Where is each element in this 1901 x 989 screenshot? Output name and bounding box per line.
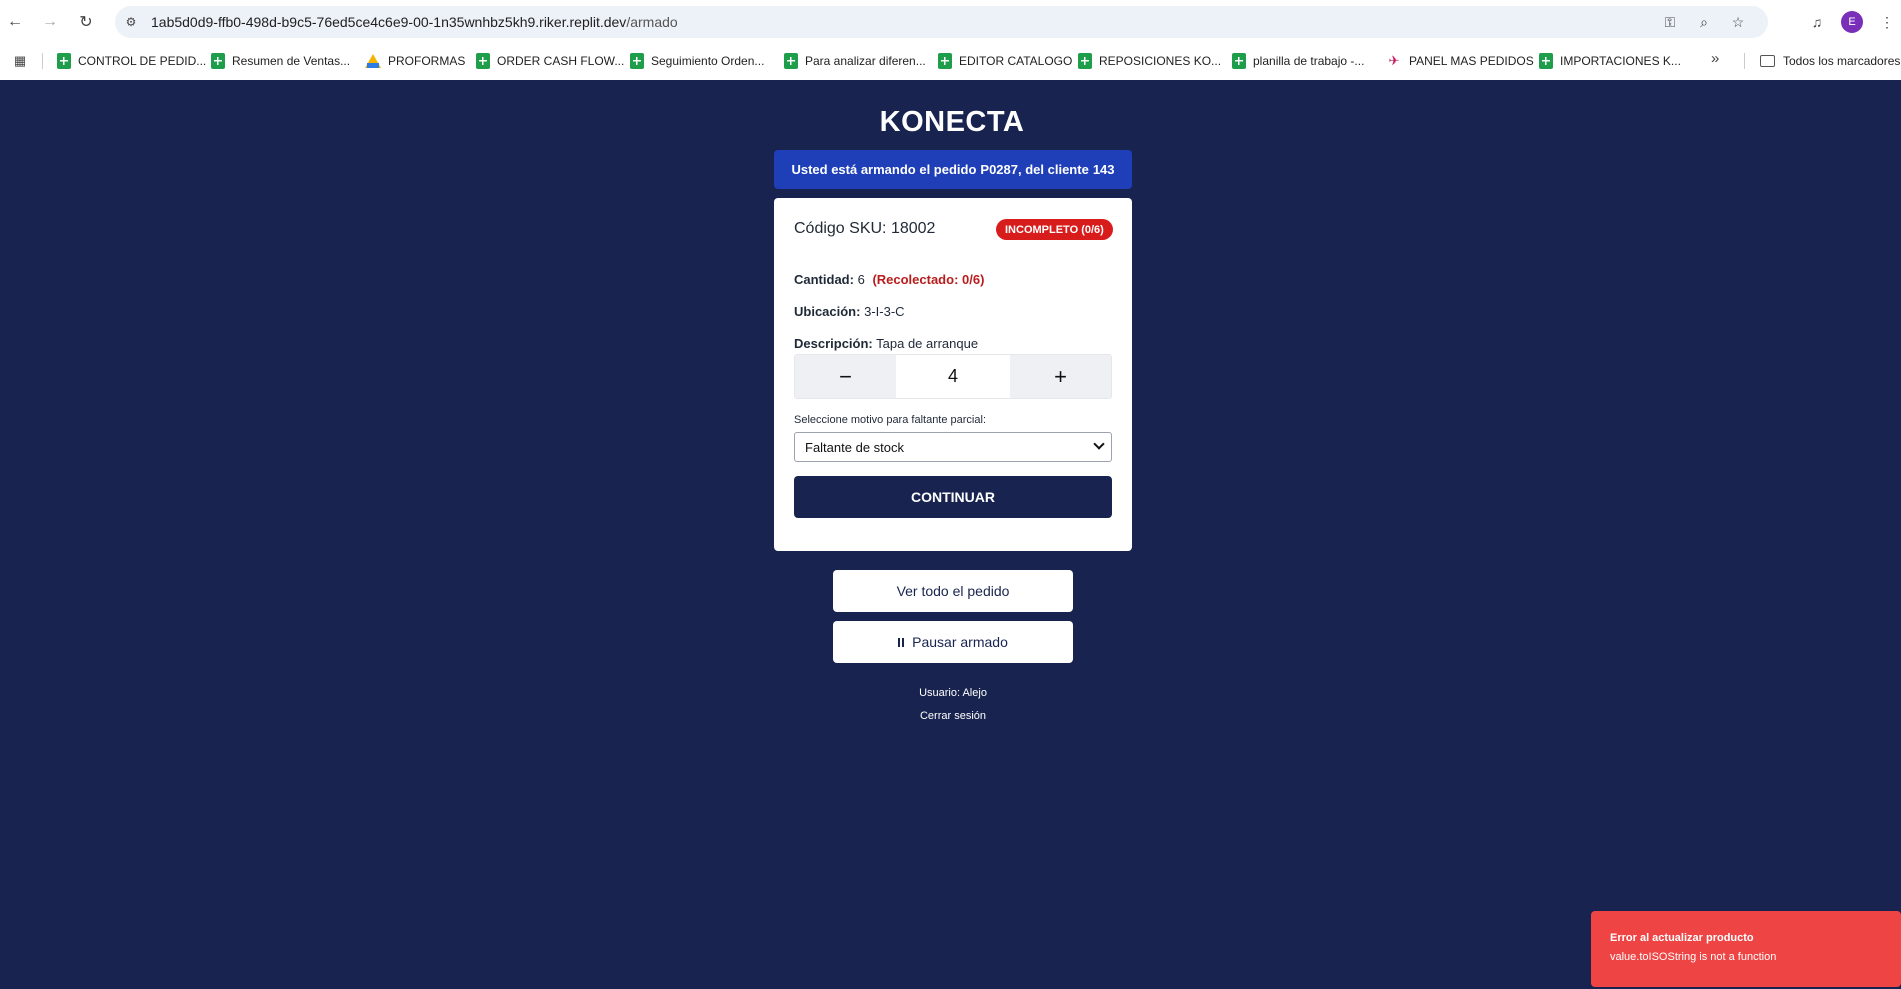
sheets-icon xyxy=(784,53,798,69)
back-icon[interactable]: ← xyxy=(3,10,27,34)
menu-kebab-icon[interactable]: ⋮ xyxy=(1875,10,1899,34)
banner-mid: , del cliente xyxy=(1018,162,1089,177)
reload-icon[interactable]: ↻ xyxy=(74,10,98,34)
view-order-button[interactable]: Ver todo el pedido xyxy=(833,570,1073,612)
status-badge: INCOMPLETO (0/6) xyxy=(996,219,1113,240)
bookmark-item[interactable]: ✈ PANEL MAS PEDIDOS xyxy=(1386,50,1534,72)
app-title: KONECTA xyxy=(879,106,1025,138)
description-row: Descripción: Tapa de arranque xyxy=(794,336,978,351)
all-bookmarks-folder[interactable]: Todos los marcadores xyxy=(1760,50,1900,72)
chevron-down-icon xyxy=(1093,438,1105,450)
zoom-icon[interactable]: ⌕ xyxy=(1694,12,1714,32)
bookmark-item[interactable]: CONTROL DE PEDID... xyxy=(57,50,206,72)
quantity-label: Cantidad: xyxy=(794,272,854,287)
continue-button[interactable]: CONTINUAR xyxy=(794,476,1112,518)
bookmark-item[interactable]: EDITOR CATALOGO xyxy=(938,50,1072,72)
quantity-input[interactable]: 4 xyxy=(896,355,1010,398)
sheets-icon xyxy=(211,53,225,69)
sheets-icon xyxy=(57,53,71,69)
logout-link[interactable]: Cerrar sesión xyxy=(774,710,1132,722)
location-value: 3-I-3-C xyxy=(864,304,905,319)
toast-message: value.toISOString is not a function xyxy=(1610,951,1777,963)
sheets-icon xyxy=(630,53,644,69)
sheets-icon xyxy=(1539,53,1553,69)
url-text[interactable]: 1ab5d0d9-ffb0-498d-b9c5-76ed5ce4c6e9-00-… xyxy=(151,14,678,30)
sheets-icon xyxy=(1078,53,1092,69)
sku-label: Código SKU: xyxy=(794,220,887,237)
quantity-stepper: − 4 + xyxy=(794,354,1112,399)
folder-icon xyxy=(1760,55,1775,67)
bookmark-item[interactable]: IMPORTACIONES K... xyxy=(1539,50,1681,72)
reason-select[interactable]: Faltante de stock xyxy=(794,432,1112,462)
bookmark-item[interactable]: Para analizar diferen... xyxy=(784,50,926,72)
user-info: Usuario: Alejo xyxy=(919,687,987,699)
view-order-label: Ver todo el pedido xyxy=(896,583,1010,599)
site-settings-icon[interactable]: ⚙ xyxy=(123,14,139,30)
sheets-icon xyxy=(476,53,490,69)
order-id: P0287 xyxy=(980,162,1018,177)
apps-grid-icon[interactable]: ▦ xyxy=(11,52,29,70)
profile-avatar[interactable]: E xyxy=(1841,11,1863,33)
reason-selected: Faltante de stock xyxy=(805,439,904,455)
bookmark-star-icon[interactable]: ☆ xyxy=(1728,12,1748,32)
description-label: Descripción: xyxy=(794,336,873,351)
pause-label: Pausar armado xyxy=(912,634,1008,650)
increment-button[interactable]: + xyxy=(1010,355,1111,398)
browser-chrome: ← → ↻ ⚙ 1ab5d0d9-ffb0-498d-b9c5-76ed5ce4… xyxy=(0,0,1901,80)
banner-prefix: Usted está armando el pedido xyxy=(791,162,977,177)
bookmark-item[interactable]: REPOSICIONES KO... xyxy=(1078,50,1221,72)
decrement-button[interactable]: − xyxy=(795,355,896,398)
sheets-icon xyxy=(1232,53,1246,69)
drive-icon xyxy=(365,54,381,68)
description-value: Tapa de arranque xyxy=(876,336,979,351)
pause-icon xyxy=(898,637,905,647)
bookmark-item[interactable]: Seguimiento Orden... xyxy=(630,50,764,72)
sku-row: Código SKU: 18002 xyxy=(794,220,935,238)
password-key-icon[interactable]: ⚿ xyxy=(1660,12,1680,32)
location-label: Ubicación: xyxy=(794,304,861,319)
plane-icon: ✈ xyxy=(1388,53,1400,68)
pause-button[interactable]: Pausar armado xyxy=(833,621,1073,663)
bookmark-item[interactable]: planilla de trabajo -... xyxy=(1232,50,1364,72)
bookmark-item[interactable]: PROFORMAS xyxy=(365,50,465,72)
product-card: Código SKU: 18002 INCOMPLETO (0/6) Canti… xyxy=(774,198,1132,551)
error-toast[interactable]: Error al actualizar producto value.toISO… xyxy=(1591,911,1901,987)
quantity-value: 6 xyxy=(857,272,865,287)
collected-value: (Recolectado: 0/6) xyxy=(872,272,985,287)
forward-icon[interactable]: → xyxy=(38,10,62,34)
media-control-icon[interactable]: ♫ xyxy=(1805,10,1829,34)
location-row: Ubicación: 3-I-3-C xyxy=(794,304,905,319)
bookmarks-divider xyxy=(42,53,43,69)
sku-value: 18002 xyxy=(890,220,936,237)
browser-toolbar: ← → ↻ ⚙ 1ab5d0d9-ffb0-498d-b9c5-76ed5ce4… xyxy=(0,0,1901,44)
quantity-row: Cantidad: 6 (Recolectado: 0/6) xyxy=(794,272,984,287)
bookmark-item[interactable]: ORDER CASH FLOW... xyxy=(476,50,624,72)
reason-label: Seleccione motivo para faltante parcial: xyxy=(794,414,986,426)
bookmarks-divider xyxy=(1744,53,1745,69)
client-id: 143 xyxy=(1092,162,1115,177)
address-bar[interactable]: ⚙ 1ab5d0d9-ffb0-498d-b9c5-76ed5ce4c6e9-0… xyxy=(115,6,1768,38)
bookmarks-bar: ▦ CONTROL DE PEDID... Resumen de Ventas.… xyxy=(0,46,1901,76)
toast-title: Error al actualizar producto xyxy=(1610,932,1754,944)
order-banner: Usted está armando el pedido P0287, del … xyxy=(774,150,1132,189)
bookmark-item[interactable]: Resumen de Ventas... xyxy=(211,50,350,72)
sheets-icon xyxy=(938,53,952,69)
more-bookmarks-icon[interactable]: » xyxy=(1711,50,1719,67)
